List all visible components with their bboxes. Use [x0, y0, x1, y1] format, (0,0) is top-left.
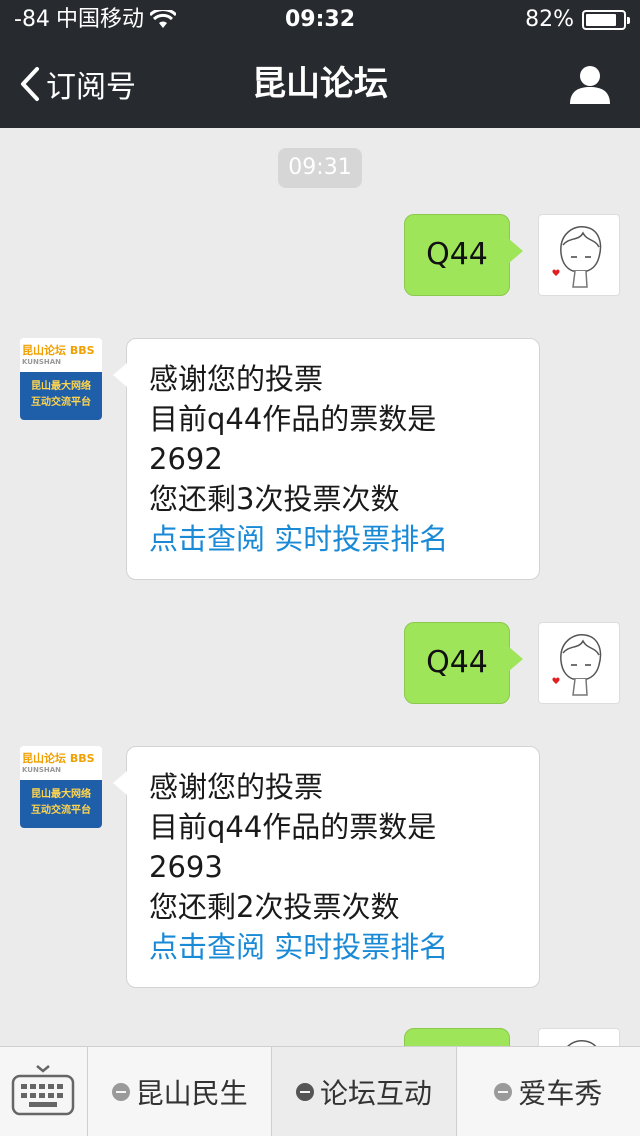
message-line: 感谢您的投票 — [149, 362, 324, 396]
message-line: 2693 — [149, 850, 223, 884]
bbs-slogan-line1: 昆山最大网络 — [31, 381, 91, 392]
battery-fill — [586, 14, 616, 26]
message-line: 2692 — [149, 442, 223, 476]
status-right: 82% — [525, 0, 630, 40]
keyboard-toggle-button[interactable] — [0, 1047, 88, 1136]
menu-item-label: 论坛互动 — [319, 1077, 432, 1110]
user-avatar[interactable] — [538, 622, 620, 704]
bbs-logo: 昆山论坛 BBS KUNSHAN — [20, 338, 102, 372]
bbs-slogan-line1: 昆山最大网络 — [31, 789, 91, 800]
bottom-menu-bar: 昆山民生 论坛互动 爱车秀 — [0, 1046, 640, 1136]
incoming-message-bubble[interactable]: 感谢您的投票 目前q44作品的票数是 2693 您还剩2次投票次数 点击查阅 实… — [113, 746, 540, 988]
view-link[interactable]: 点击查阅 — [149, 522, 265, 556]
bbs-slogan-line2: 互动交流平台 — [31, 805, 91, 816]
battery-icon — [582, 10, 630, 30]
nav-bar: 订阅号 昆山论坛 — [0, 40, 640, 128]
menu-item-car-show[interactable]: 爱车秀 — [457, 1047, 640, 1136]
user-avatar[interactable] — [538, 214, 620, 296]
message-timestamp: 09:31 — [278, 148, 362, 188]
account-avatar[interactable]: 昆山论坛 BBS KUNSHAN 昆山最大网络 互动交流平台 — [20, 746, 102, 828]
ranking-link[interactable]: 实时投票排名 — [274, 930, 448, 964]
outgoing-message-bubble[interactable]: Q44 — [404, 622, 523, 704]
bbs-logo-text: 昆山论坛 BBS — [22, 344, 95, 357]
menu-item-kunshan-minsheng[interactable]: 昆山民生 — [88, 1047, 273, 1136]
menu-item-label: 爱车秀 — [518, 1077, 603, 1110]
cartoon-avatar-icon — [552, 633, 602, 696]
user-avatar-partial[interactable] — [538, 1028, 620, 1046]
menu-item-label: 昆山民生 — [135, 1077, 248, 1110]
page-title: 昆山论坛 — [252, 64, 388, 104]
ranking-link[interactable]: 实时投票排名 — [274, 522, 448, 556]
status-bar: -84 中国移动 09:32 82% — [0, 0, 640, 40]
cartoon-avatar-icon — [567, 1039, 597, 1046]
bbs-slogan: 昆山最大网络 互动交流平台 — [20, 780, 102, 828]
submenu-icon — [111, 1083, 130, 1101]
message-links: 点击查阅 实时投票排名 — [149, 927, 517, 967]
message-line: 目前q44作品的票数是 — [149, 810, 437, 844]
account-avatar[interactable]: 昆山论坛 BBS KUNSHAN 昆山最大网络 互动交流平台 — [20, 338, 102, 420]
cartoon-avatar-icon — [552, 225, 602, 288]
bbs-slogan: 昆山最大网络 互动交流平台 — [20, 372, 102, 420]
message-line: 目前q44作品的票数是 — [149, 402, 437, 436]
battery-percent: 82% — [525, 7, 574, 32]
message-links: 点击查阅 实时投票排名 — [149, 519, 517, 559]
menu-item-forum-interaction[interactable]: 论坛互动 — [272, 1047, 457, 1136]
bbs-logo-text: 昆山论坛 BBS — [22, 752, 95, 765]
bbs-logo-subtext: KUNSHAN — [22, 766, 62, 774]
header: -84 中国移动 09:32 82% 订阅号 昆山论坛 — [0, 0, 640, 128]
profile-icon[interactable] — [568, 62, 612, 106]
message-line: 感谢您的投票 — [149, 770, 324, 804]
chat-area[interactable]: 09:31 Q44 昆山论坛 BBS KUNSHAN 昆山最大网络 互动交流平台… — [0, 128, 640, 1046]
bbs-slogan-line2: 互动交流平台 — [31, 397, 91, 408]
keyboard-icon — [11, 1065, 75, 1116]
submenu-icon — [295, 1083, 314, 1101]
view-link[interactable]: 点击查阅 — [149, 930, 265, 964]
message-line: 您还剩2次投票次数 — [149, 890, 400, 924]
outgoing-message-bubble-partial[interactable] — [404, 1028, 510, 1046]
outgoing-message-bubble[interactable]: Q44 — [404, 214, 523, 296]
submenu-icon — [494, 1083, 513, 1101]
message-line: 您还剩3次投票次数 — [149, 482, 400, 516]
bbs-logo: 昆山论坛 BBS KUNSHAN — [20, 746, 102, 780]
bbs-logo-subtext: KUNSHAN — [22, 358, 62, 366]
incoming-message-bubble[interactable]: 感谢您的投票 目前q44作品的票数是 2692 您还剩3次投票次数 点击查阅 实… — [113, 338, 540, 580]
